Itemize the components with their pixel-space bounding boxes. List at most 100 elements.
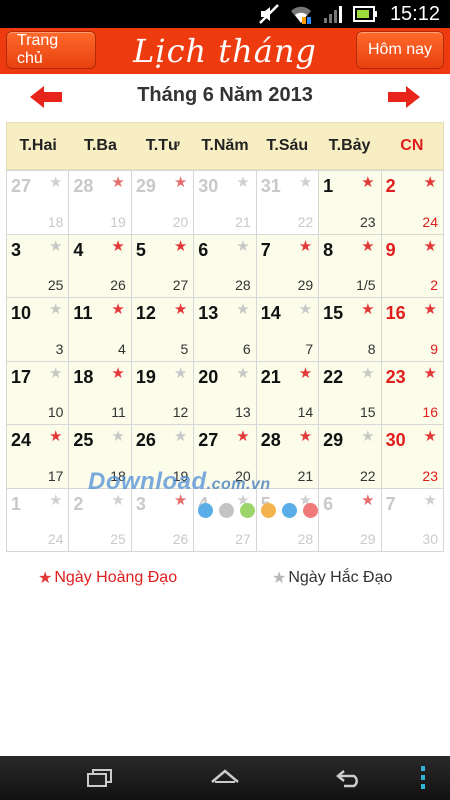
weekday-label: T.Năm xyxy=(201,137,249,154)
day-cell[interactable]: 7 ★ 30 xyxy=(381,488,444,552)
solar-date: 1 xyxy=(323,176,334,196)
red-star-icon: ★ xyxy=(173,301,188,318)
day-cell[interactable]: 9 ★ 2 xyxy=(381,234,444,298)
day-cell[interactable]: 13 ★ 6 xyxy=(194,298,257,362)
lunar-date: 25 xyxy=(47,277,64,293)
day-cell[interactable]: 15 ★ 8 xyxy=(319,298,382,362)
gray-star-icon: ★ xyxy=(48,301,63,318)
gray-star-icon: ★ xyxy=(173,428,188,445)
day-cell[interactable]: 1 ★ 23 xyxy=(319,171,382,235)
day-cell[interactable]: 7 ★ 29 xyxy=(256,234,320,298)
day-cell[interactable]: 12 ★ 5 xyxy=(131,298,195,362)
lunar-date: 18 xyxy=(47,213,64,230)
lunar-date: 17 xyxy=(47,467,64,484)
lunar-date: 7 xyxy=(305,340,314,357)
day-cell[interactable]: 6 ★ 28 xyxy=(194,234,257,298)
gray-star-icon: ★ xyxy=(298,174,313,191)
day-cell[interactable]: 16 ★ 9 xyxy=(381,298,444,362)
lunar-date: 23 xyxy=(422,467,438,484)
red-star-icon: ★ xyxy=(361,491,375,509)
lunar-date: 22 xyxy=(359,467,376,484)
solar-date: 18 xyxy=(73,366,94,387)
red-star-icon: ★ xyxy=(423,301,437,318)
legend-bad-day: ★ Ngày Hắc Đạo xyxy=(272,568,392,588)
day-cell[interactable]: 23 ★ 16 xyxy=(381,361,444,425)
solar-date: 6 xyxy=(198,239,209,260)
day-cell[interactable]: 30 ★ 23 xyxy=(381,425,444,489)
legend-bad-label: Ngày Hắc Đạo xyxy=(288,569,393,586)
day-cell[interactable]: 18 ★ 11 xyxy=(69,361,132,425)
solar-date: 15 xyxy=(323,303,344,323)
red-star-icon: ★ xyxy=(48,428,63,445)
day-cell[interactable]: 29 ★ 20 xyxy=(131,171,195,235)
red-star-icon: ★ xyxy=(173,174,188,191)
day-cell[interactable]: 19 ★ 12 xyxy=(131,361,195,425)
solar-date: 8 xyxy=(323,239,334,260)
day-cell[interactable]: 20 ★ 13 xyxy=(194,361,257,425)
today-button[interactable]: Hôm nay xyxy=(356,31,444,69)
solar-date: 14 xyxy=(260,303,281,323)
lunar-date: 27 xyxy=(235,531,251,547)
menu-icon[interactable] xyxy=(408,764,438,792)
day-cell[interactable]: 29 ★ 22 xyxy=(319,425,382,489)
back-icon[interactable] xyxy=(328,764,372,792)
solar-date: 30 xyxy=(198,176,219,196)
day-cell[interactable]: 6 ★ 29 xyxy=(319,488,382,552)
day-cell[interactable]: 10 ★ 3 xyxy=(7,298,70,362)
day-cell[interactable]: 5 ★ 27 xyxy=(131,234,195,298)
solar-date: 16 xyxy=(385,303,406,323)
home-icon[interactable] xyxy=(203,764,247,792)
solar-date: 7 xyxy=(385,493,396,514)
red-star-icon: ★ xyxy=(111,237,125,255)
solar-date: 13 xyxy=(198,303,219,323)
gray-star-icon: ★ xyxy=(361,428,375,445)
day-cell[interactable]: 5★28 xyxy=(256,488,320,552)
solar-date: 4 xyxy=(73,239,84,260)
day-cell[interactable]: 17 ★ 10 xyxy=(7,361,70,425)
day-cell[interactable]: 27 ★ 18 xyxy=(7,171,70,235)
day-cell[interactable]: 3 ★ 25 xyxy=(7,234,70,298)
lunar-date: 6 xyxy=(242,340,251,357)
next-arrow-icon[interactable] xyxy=(386,85,422,109)
watermark-dots xyxy=(198,503,318,518)
gray-star-icon: ★ xyxy=(361,364,375,382)
day-cell[interactable]: 4★27 xyxy=(194,488,257,552)
home-button[interactable]: Trang chủ xyxy=(6,31,96,69)
weekday-label: T.Tư xyxy=(145,137,180,154)
lunar-date: 29 xyxy=(297,277,314,293)
day-cell[interactable]: 4 ★ 26 xyxy=(69,234,132,298)
day-cell[interactable]: 1 ★ 24 xyxy=(7,488,70,552)
day-cell[interactable]: 22 ★ 15 xyxy=(319,361,382,425)
lunar-date: 30 xyxy=(422,531,438,547)
solar-date: 2 xyxy=(385,176,396,196)
gray-star-icon: ★ xyxy=(236,174,250,191)
signal-icon xyxy=(322,3,344,25)
day-cell[interactable]: 2 ★ 25 xyxy=(69,488,132,552)
day-cell[interactable]: 11 ★ 4 xyxy=(69,298,132,362)
day-cell[interactable]: 14 ★ 7 xyxy=(256,298,320,362)
prev-arrow-icon[interactable] xyxy=(28,85,64,109)
day-cell[interactable]: 30 ★ 21 xyxy=(194,171,257,235)
red-star-icon: ★ xyxy=(361,174,375,191)
red-star-icon: ★ xyxy=(38,570,53,587)
solar-date: 21 xyxy=(260,366,281,387)
weekday-label: T.Hai xyxy=(19,137,57,154)
day-grid: 27 ★ 18 28 ★ 19 29 ★ 20 30 ★ 21 31 ★ 22 1 ★ 23 2 ★ 24 3 ★ 25 4 ★ 2… xyxy=(6,170,444,552)
day-cell[interactable]: 2 ★ 24 xyxy=(381,171,444,235)
gray-star-icon: ★ xyxy=(236,364,250,382)
day-cell[interactable]: 31 ★ 22 xyxy=(256,171,320,235)
day-cell[interactable]: 28 ★ 19 xyxy=(69,171,132,235)
day-cell[interactable]: 24 ★ 17 xyxy=(7,425,70,489)
red-star-icon: ★ xyxy=(298,364,313,382)
day-cell[interactable]: 21 ★ 14 xyxy=(256,361,320,425)
lunar-date: 28 xyxy=(297,531,314,547)
watermark-dot xyxy=(282,503,297,518)
legend-good-label: Ngày Hoàng Đạo xyxy=(54,569,178,586)
day-cell[interactable]: 3 ★ 26 xyxy=(131,488,195,552)
day-cell[interactable]: 8 ★ 1/5 xyxy=(319,234,382,298)
recent-apps-icon[interactable] xyxy=(78,764,122,792)
lunar-date: 4 xyxy=(118,340,126,357)
solar-date: 23 xyxy=(385,366,406,387)
lunar-date: 12 xyxy=(172,404,189,420)
solar-date: 6 xyxy=(323,493,334,514)
